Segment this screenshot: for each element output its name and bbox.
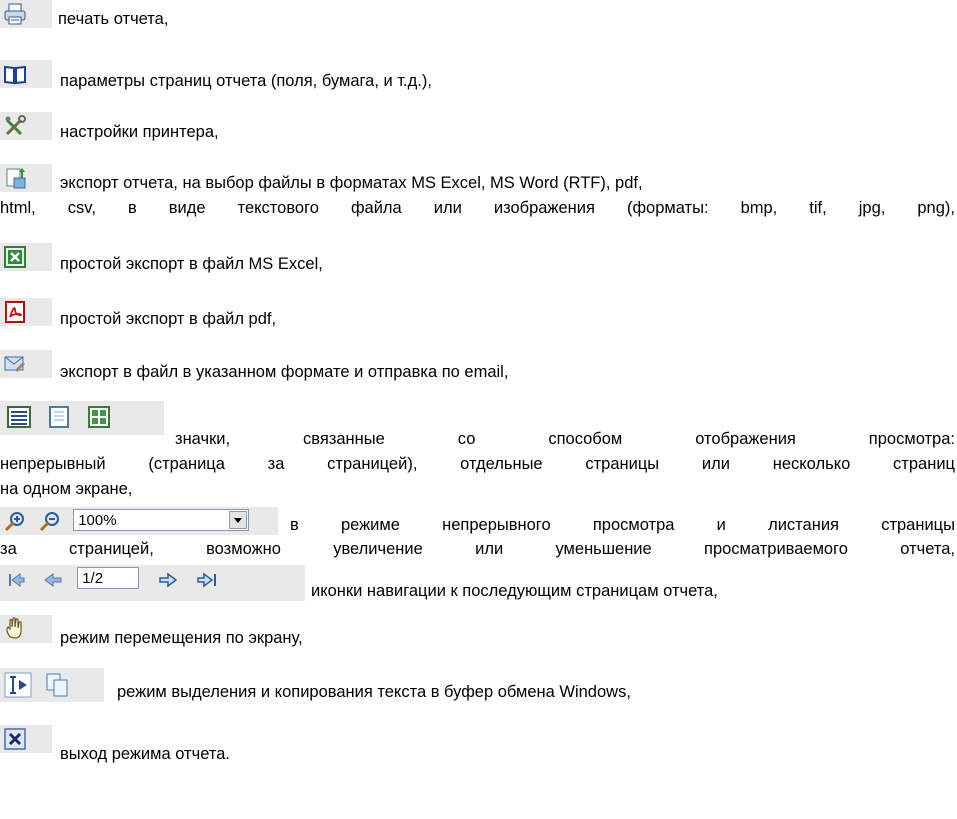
select-copy-toolbar [0,668,104,702]
page-value: 1/2 [82,570,104,587]
item-navigation: 1/2 иконки навигации к последующим стран… [0,565,957,601]
page-setup-book-icon [3,62,27,86]
item-text-line-2: за страницей, возможно увеличение или ум… [0,540,955,558]
item-close-report: выход режима отчета. [0,725,957,763]
page-setup-toolbar-button[interactable] [0,60,52,88]
export-icon [3,166,27,190]
single-page-view-icon[interactable] [47,405,71,429]
zoom-in-icon[interactable] [3,509,27,533]
email-export-toolbar-button[interactable] [0,350,52,378]
item-print: печать отчета, [0,0,957,28]
item-text: режим перемещения по экрану, [60,629,303,647]
item-printer-settings: настройки принтера, [0,112,957,141]
item-text-line-1: экспорт отчета, на выбор файлы в формата… [60,174,643,192]
first-page-icon[interactable] [4,568,28,592]
printer-icon [3,2,27,26]
text-select-icon[interactable] [4,672,32,698]
item-text-line-1: в режиме непрерывного просмотра и листан… [290,516,955,534]
view-mode-toolbar [0,401,164,435]
prev-page-icon[interactable] [41,568,65,592]
item-export: экспорт отчета, на выбор файлы в формата… [0,164,957,192]
item-text: экспорт в файл в указанном формате и отп… [60,363,509,381]
multi-page-view-icon[interactable] [87,405,111,429]
zoom-value: 100% [78,512,117,529]
item-page-setup: параметры страниц отчета (поля, бумага, … [0,60,957,90]
next-page-icon[interactable] [156,568,180,592]
item-text: режим выделения и копирования текста в б… [117,683,631,701]
email-export-icon [3,352,27,376]
chevron-down-icon[interactable] [229,511,248,529]
item-text-line-1: значки, связанные со способом отображени… [175,430,955,448]
last-page-icon[interactable] [196,568,220,592]
item-text: печать отчета, [58,10,169,28]
zoom-toolbar: 100% [0,507,278,535]
navigation-toolbar: 1/2 [0,565,305,601]
hand-pan-icon [3,617,27,641]
item-pdf-export: простой экспорт в файл pdf, [0,298,957,328]
page-number-input[interactable]: 1/2 [77,567,140,589]
excel-export-toolbar-button[interactable] [0,243,52,271]
item-excel-export: простой экспорт в файл MS Excel, [0,243,957,273]
printer-settings-toolbar-button[interactable] [0,112,52,140]
item-text-select: режим выделения и копирования текста в б… [0,668,957,702]
print-toolbar-button[interactable] [0,0,52,28]
hand-pan-toolbar-button[interactable] [0,615,52,643]
pdf-export-icon [3,300,27,324]
item-email-export: экспорт в файл в указанном формате и отп… [0,350,957,381]
item-text: простой экспорт в файл MS Excel, [60,255,323,273]
item-text-line-3: на одном экране, [0,480,133,498]
excel-export-icon [3,245,27,269]
item-text: иконки навигации к последующим страницам… [311,582,718,600]
copy-icon[interactable] [45,672,69,697]
item-text: параметры страниц отчета (поля, бумага, … [60,72,432,90]
printer-settings-tools-icon [3,114,27,138]
pdf-export-toolbar-button[interactable] [0,298,52,326]
export-toolbar-button[interactable] [0,164,52,192]
zoom-select[interactable]: 100% [73,509,250,531]
zoom-out-icon[interactable] [38,509,62,533]
item-text-line-2: html, csv, в виде текстового файла или и… [0,199,955,217]
item-hand-pan: режим перемещения по экрану, [0,615,957,647]
item-text: выход режима отчета. [60,745,230,763]
item-text: настройки принтера, [60,123,219,141]
close-report-toolbar-button[interactable] [0,725,52,753]
item-text: простой экспорт в файл pdf, [60,310,277,328]
close-report-icon [3,727,27,751]
continuous-view-icon[interactable] [6,405,31,429]
item-text-line-2: непрерывный (страница за страницей), отд… [0,455,955,473]
